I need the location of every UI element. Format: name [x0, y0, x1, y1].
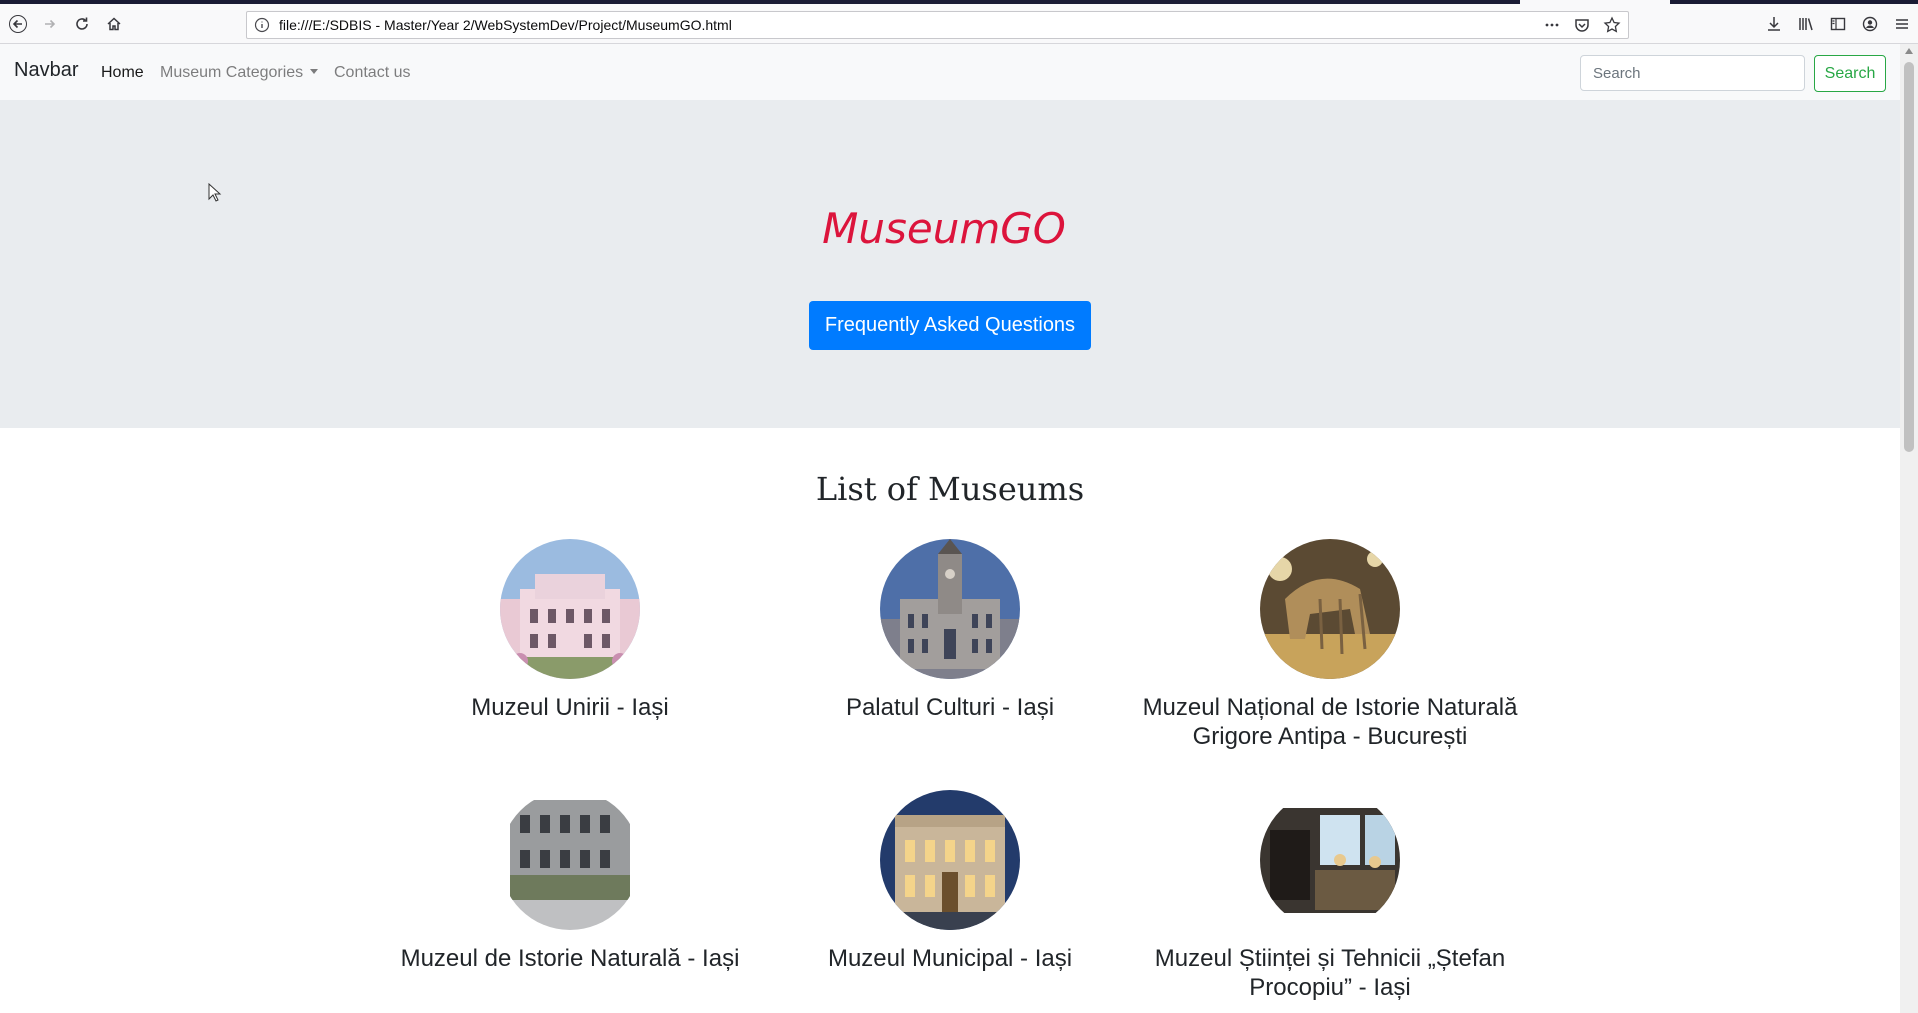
museum-name[interactable]: Palatul Culturi - Iași [750, 693, 1150, 722]
url-text[interactable]: file:///E:/SDBIS - Master/Year 2/WebSyst… [279, 17, 732, 33]
address-bar[interactable]: file:///E:/SDBIS - Master/Year 2/WebSyst… [246, 11, 1629, 39]
museum-name[interactable]: Muzeul Național de Istorie Naturală Grig… [1130, 693, 1530, 751]
site-info-icon[interactable] [253, 16, 271, 34]
museum-thumbnail[interactable] [500, 790, 640, 930]
faq-button[interactable]: Frequently Asked Questions [809, 301, 1091, 350]
museum-card[interactable]: Muzeul Național de Istorie Naturală Grig… [1130, 539, 1530, 751]
museum-card[interactable]: Muzeul Științei și Tehnicii „Ștefan Proc… [1130, 790, 1530, 1002]
nav-link-museum-categories[interactable]: Museum Categories [160, 64, 319, 82]
museum-card[interactable]: Muzeul Unirii - Iași [370, 539, 770, 722]
nav-link-home[interactable]: Home [101, 64, 144, 82]
caret-down-icon [310, 69, 319, 74]
bookmark-star-icon[interactable] [1602, 15, 1622, 35]
back-icon[interactable] [4, 10, 32, 38]
museum-thumbnail[interactable] [1260, 539, 1400, 679]
page-viewport: Navbar Home Museum Categories Contact us… [0, 44, 1900, 1013]
nav-link-contact[interactable]: Contact us [334, 64, 410, 82]
account-icon[interactable] [1860, 13, 1880, 35]
search-button[interactable]: Search [1814, 55, 1886, 92]
sidebar-icon[interactable] [1828, 13, 1848, 35]
search-input[interactable] [1580, 55, 1805, 91]
menu-icon[interactable] [1892, 13, 1912, 35]
pocket-icon[interactable] [1572, 15, 1592, 35]
nav-link-museum-categories-label: Museum Categories [160, 64, 304, 81]
navbar: Navbar Home Museum Categories Contact us… [0, 44, 1900, 100]
navbar-brand[interactable]: Navbar [14, 59, 78, 82]
scrollbar-thumb[interactable] [1904, 62, 1914, 452]
mouse-cursor-icon [208, 183, 222, 202]
downloads-icon[interactable] [1764, 13, 1784, 35]
forward-icon[interactable] [36, 10, 64, 38]
museum-name[interactable]: Muzeul Municipal - Iași [750, 944, 1150, 973]
site-title: MuseumGO [822, 204, 1066, 253]
museum-card[interactable]: Muzeul Municipal - Iași [750, 790, 1150, 973]
page-actions-icon[interactable] [1542, 15, 1562, 35]
museum-name[interactable]: Muzeul Științei și Tehnicii „Ștefan Proc… [1130, 944, 1530, 1002]
museum-thumbnail[interactable] [880, 790, 1020, 930]
reload-icon[interactable] [68, 10, 96, 38]
library-icon[interactable] [1796, 13, 1816, 35]
jumbotron: MuseumGO Frequently Asked Questions [0, 100, 1900, 428]
page-scrollbar[interactable] [1900, 44, 1918, 1013]
museum-name[interactable]: Muzeul de Istorie Naturală - Iași [370, 944, 770, 973]
museums-heading: List of Museums [815, 470, 1085, 508]
browser-toolbar: file:///E:/SDBIS - Master/Year 2/WebSyst… [0, 4, 1918, 44]
museum-thumbnail[interactable] [1260, 790, 1400, 930]
home-icon[interactable] [100, 10, 128, 38]
museum-card[interactable]: Palatul Culturi - Iași [750, 539, 1150, 722]
museum-thumbnail[interactable] [500, 539, 640, 679]
scroll-up-icon[interactable] [1905, 48, 1913, 54]
museum-name[interactable]: Muzeul Unirii - Iași [370, 693, 770, 722]
museum-thumbnail[interactable] [880, 539, 1020, 679]
museum-card[interactable]: Muzeul de Istorie Naturală - Iași [370, 790, 770, 973]
